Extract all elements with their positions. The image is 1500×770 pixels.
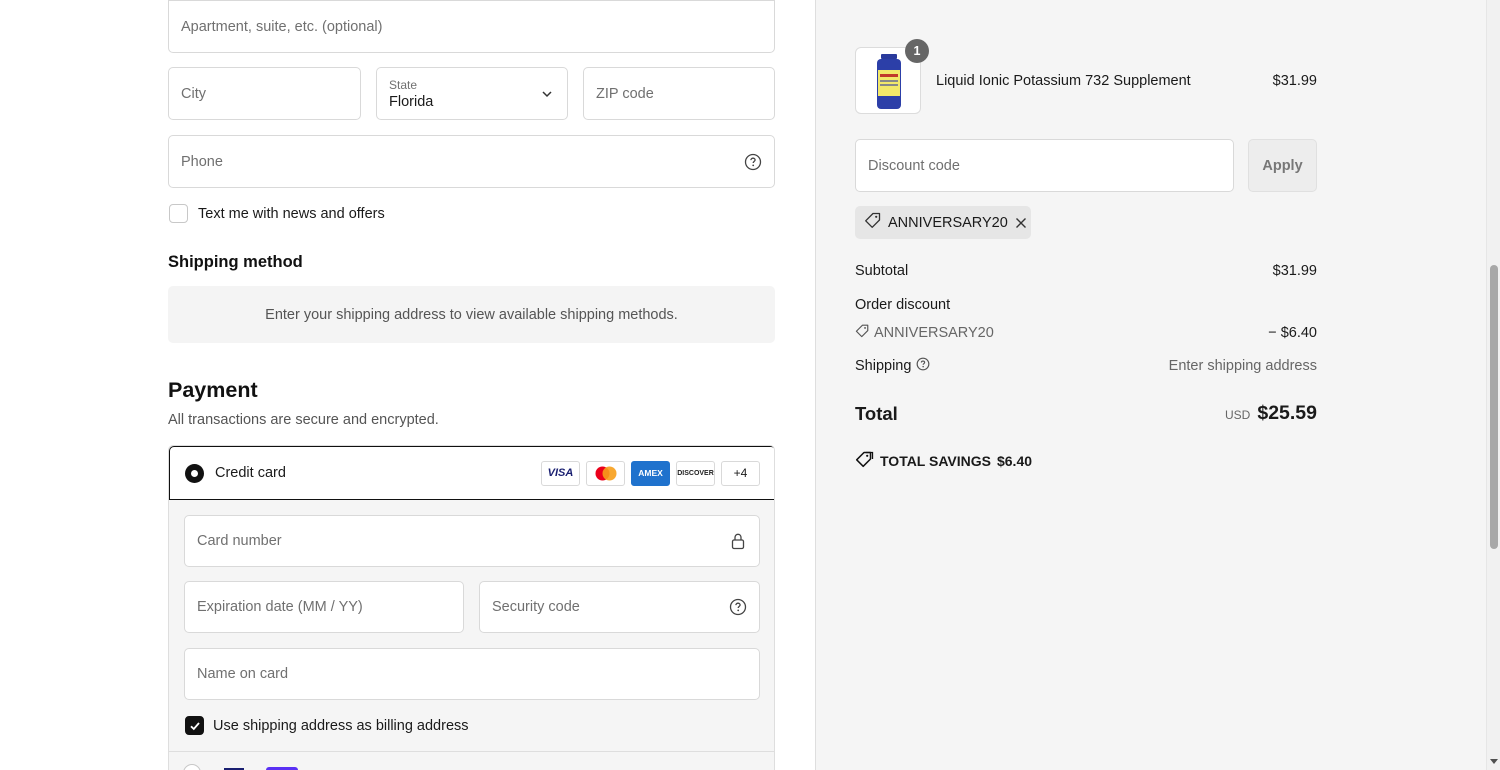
security-code-placeholder: Security code xyxy=(492,599,580,615)
savings-tag-icon xyxy=(855,451,874,471)
state-value: Florida xyxy=(389,93,434,110)
visa-icon: VISA xyxy=(541,460,580,486)
payment-subtitle: All transactions are secure and encrypte… xyxy=(168,412,439,428)
apartment-input[interactable]: Apartment, suite, etc. (optional) xyxy=(168,0,775,53)
phone-input[interactable]: Phone xyxy=(168,135,775,188)
help-icon[interactable] xyxy=(916,357,930,375)
scroll-thumb[interactable] xyxy=(1490,265,1498,549)
total-savings: TOTAL SAVINGS $6.40 xyxy=(855,451,1032,471)
help-icon[interactable] xyxy=(744,153,762,171)
applied-discount-tag: ANNIVERSARY20 xyxy=(855,206,1031,239)
card-number-input[interactable]: Card number xyxy=(184,515,760,567)
item-price: $31.99 xyxy=(1272,73,1317,89)
order-summary xyxy=(816,0,1486,770)
shipping-row: Shipping Enter shipping address xyxy=(855,357,1317,375)
next-payment-radio[interactable] xyxy=(183,764,201,770)
help-icon[interactable] xyxy=(729,598,747,616)
discount-detail-row: ANNIVERSARY20 − $6.40 xyxy=(855,324,1317,342)
billing-same-checkbox[interactable] xyxy=(185,716,204,735)
discount-code-input[interactable]: Discount code xyxy=(855,139,1234,192)
order-discount-label: Order discount xyxy=(855,297,951,313)
expiration-input[interactable]: Expiration date (MM / YY) xyxy=(184,581,464,633)
subtotal-row: Subtotal $31.99 xyxy=(855,263,1317,279)
checkmark-icon xyxy=(189,721,200,730)
text-offers-checkbox[interactable] xyxy=(169,204,188,223)
billing-same-label: Use shipping address as billing address xyxy=(213,718,469,734)
remove-discount-icon[interactable] xyxy=(1015,217,1027,229)
apply-button[interactable]: Apply xyxy=(1248,139,1317,192)
more-cards-badge: +4 xyxy=(721,460,760,486)
card-brands: VISA AMEX DISCOVER +4 xyxy=(541,460,760,486)
savings-label: TOTAL SAVINGS xyxy=(880,453,991,469)
total-label: Total xyxy=(855,402,898,424)
apartment-placeholder: Apartment, suite, etc. (optional) xyxy=(181,18,383,35)
payment-divider xyxy=(169,751,774,752)
lock-icon xyxy=(729,532,747,550)
zip-placeholder: ZIP code xyxy=(596,85,654,102)
payment-methods: Credit card VISA AMEX DISCOVER +4 Card n… xyxy=(168,445,775,770)
security-code-input[interactable]: Security code xyxy=(479,581,760,633)
city-placeholder: City xyxy=(181,85,206,102)
tag-icon xyxy=(855,324,869,342)
state-label: State xyxy=(389,77,418,92)
payment-heading: Payment xyxy=(168,378,258,402)
expiration-placeholder: Expiration date (MM / YY) xyxy=(197,599,363,615)
tag-icon xyxy=(864,212,881,233)
discount-value: − $6.40 xyxy=(1268,325,1317,341)
zip-input[interactable]: ZIP code xyxy=(583,67,775,120)
discover-icon: DISCOVER xyxy=(676,460,715,486)
total-value-group: USD $25.59 xyxy=(1225,402,1317,425)
credit-card-radio[interactable] xyxy=(185,463,204,483)
amex-icon: AMEX xyxy=(631,460,670,486)
name-on-card-placeholder: Name on card xyxy=(197,666,289,682)
scroll-down-icon[interactable] xyxy=(1490,759,1498,764)
applied-discount-code: ANNIVERSARY20 xyxy=(888,214,1008,231)
shipping-label-group: Shipping xyxy=(855,357,930,375)
quantity-badge: 1 xyxy=(905,39,929,63)
city-input[interactable]: City xyxy=(168,67,361,120)
scrollbar[interactable] xyxy=(1486,0,1500,770)
total-row: Total USD $25.59 xyxy=(855,402,1317,425)
name-on-card-input[interactable]: Name on card xyxy=(184,648,760,700)
credit-card-option[interactable]: Credit card VISA AMEX DISCOVER +4 xyxy=(169,446,774,500)
phone-placeholder: Phone xyxy=(181,153,223,170)
subtotal-value: $31.99 xyxy=(1272,263,1317,279)
shipping-value: Enter shipping address xyxy=(1168,358,1317,374)
savings-value: $6.40 xyxy=(996,453,1033,469)
text-offers-label: Text me with news and offers xyxy=(198,206,385,222)
mastercard-icon xyxy=(586,460,625,486)
credit-card-label: Credit card xyxy=(215,465,286,481)
total-value: $25.59 xyxy=(1257,402,1317,424)
order-discount-row: Order discount xyxy=(855,297,1317,313)
discount-code-text: ANNIVERSARY20 xyxy=(874,325,994,341)
shipping-method-heading: Shipping method xyxy=(168,253,303,271)
card-number-placeholder: Card number xyxy=(197,533,282,549)
chevron-down-icon xyxy=(541,88,553,104)
subtotal-label: Subtotal xyxy=(855,263,909,279)
currency-code: USD xyxy=(1225,408,1251,422)
shipping-method-notice-text: Enter your shipping address to view avai… xyxy=(265,306,678,323)
discount-code-placeholder: Discount code xyxy=(868,157,960,174)
item-name: Liquid Ionic Potassium 732 Supplement xyxy=(936,73,1191,89)
shipping-label: Shipping xyxy=(855,358,912,374)
discount-code-line: ANNIVERSARY20 xyxy=(855,324,994,342)
shipping-method-notice: Enter your shipping address to view avai… xyxy=(168,286,775,343)
state-select[interactable]: State Florida xyxy=(376,67,568,120)
checkout-form: Apartment, suite, etc. (optional) City S… xyxy=(0,0,816,770)
